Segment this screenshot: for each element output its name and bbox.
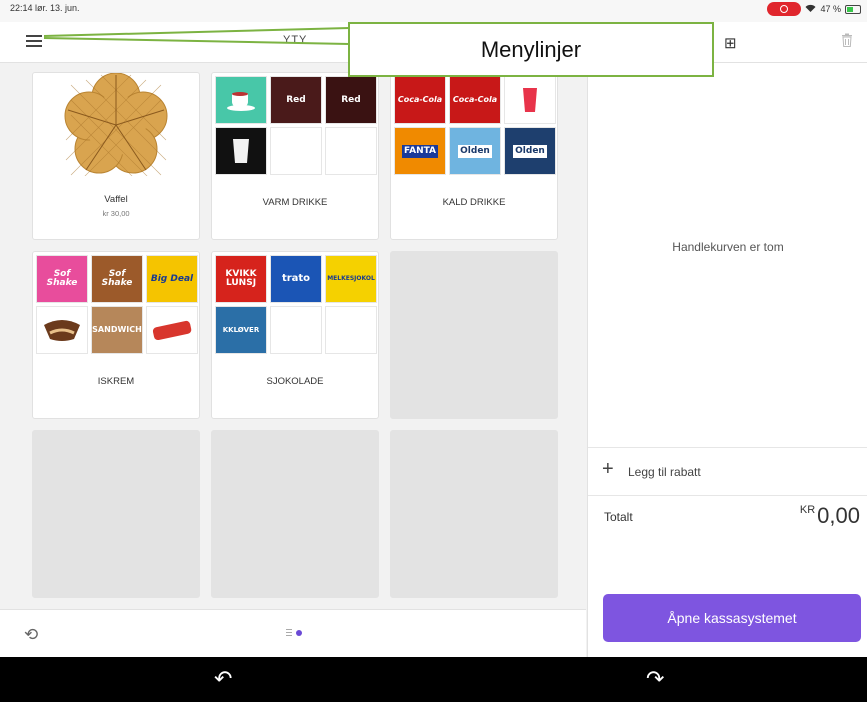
table-grid-icon[interactable]: ⊞ — [724, 34, 737, 52]
melkesjokolade-image: MELKESJOKOL — [325, 255, 377, 303]
trash-icon[interactable] — [841, 33, 853, 47]
thumb-label: trato — [281, 273, 311, 284]
thumb-label: KKLØVER — [222, 325, 260, 334]
olden-image: Olden — [449, 127, 501, 175]
empty-thumb — [325, 306, 377, 354]
active-page-dot[interactable] — [296, 629, 302, 636]
tile-label: Vaffel — [104, 194, 128, 205]
thumbnail-grid: Red Red — [215, 76, 377, 175]
battery-icon — [845, 4, 861, 14]
page-indicator[interactable] — [286, 629, 302, 636]
empty-tile — [390, 251, 558, 419]
fanta-image: FANTA — [394, 127, 446, 175]
cart-pane: ⊞ Handlekurven er tom + Legg til rabatt … — [587, 22, 867, 657]
big-deal-image: Big Deal — [146, 255, 198, 303]
sof-shake-image: Sof Shake — [91, 255, 143, 303]
thumb-label: Red — [286, 94, 306, 105]
sandwich-image: SANDWICH — [91, 306, 143, 354]
waffle-image — [33, 72, 199, 191]
refresh-icon[interactable]: ⟲ — [24, 625, 38, 645]
total-amount: KR0,00 — [800, 503, 860, 529]
thumb-label: FANTA — [401, 144, 439, 158]
empty-tile — [211, 430, 379, 598]
empty-thumb — [270, 127, 322, 175]
tile-label: KALD DRIKKE — [442, 197, 506, 208]
total-label: Totalt — [604, 510, 633, 524]
open-checkout-button[interactable]: Åpne kassasystemet — [603, 594, 861, 642]
tile-vaffel[interactable]: Vaffel kr 30,00 — [32, 72, 200, 240]
thumb-label: Red — [341, 94, 361, 105]
discount-label: Legg til rabatt — [628, 465, 701, 479]
total-value: 0,00 — [817, 503, 860, 528]
annotation-text: Menylinjer — [480, 36, 582, 62]
thumb-label: SANDWICH — [92, 325, 142, 334]
sof-shake-image: Sof Shake — [36, 255, 88, 303]
annotation-callout: Menylinjer — [348, 22, 714, 77]
thumb-label: Big Deal — [150, 273, 194, 284]
thumb-label: Olden — [458, 144, 492, 158]
page-title: YTY — [283, 34, 308, 46]
undo-icon[interactable]: ↶ — [214, 666, 232, 692]
add-discount-button[interactable]: + Legg til rabatt — [588, 447, 867, 496]
product-pane: YTY Vaffel kr 30,00 Red Red VARM DRIKKE … — [0, 22, 586, 658]
juice-glass-image — [504, 76, 556, 124]
thumb-label: Sof Shake — [101, 269, 133, 288]
coca-cola-image: Coca-Cola — [449, 76, 501, 124]
system-nav-bar: ↶ ↷ — [0, 657, 867, 702]
thumb-label: Coca-Cola — [397, 95, 443, 104]
menu-icon[interactable] — [26, 35, 42, 47]
status-indicators: 47 % — [767, 2, 861, 16]
kvikk-klover-image: KKLØVER — [215, 306, 267, 354]
trato-image: trato — [270, 255, 322, 303]
tile-iskrem[interactable]: Sof Shake Sof Shake Big Deal SANDWICH IS… — [32, 251, 200, 419]
bottom-bar: ⟲ — [0, 609, 586, 658]
plus-icon: + — [602, 458, 614, 480]
redo-icon[interactable]: ↷ — [646, 666, 664, 692]
empty-tile — [32, 430, 200, 598]
empty-tile — [390, 430, 558, 598]
empty-thumb — [325, 127, 377, 175]
drink-box-image: Red — [270, 76, 322, 124]
drink-box-image: Red — [325, 76, 377, 124]
thumbnail-grid: KVIKK LUNSJ trato MELKESJOKOL KKLØVER — [215, 255, 377, 354]
empty-thumb — [270, 306, 322, 354]
paper-cup-image — [215, 127, 267, 175]
tea-cup-image — [215, 76, 267, 124]
status-time-date: 22:14 lør. 13. jun. — [10, 3, 80, 13]
tile-label: ISKREM — [97, 376, 135, 387]
cart-empty-message: Handlekurven er tom — [672, 240, 784, 254]
ice-cream-cone-image — [36, 306, 88, 354]
thumb-label: Coca-Cola — [452, 95, 498, 104]
kvikk-lunsj-image: KVIKK LUNSJ — [215, 255, 267, 303]
currency-label: KR — [799, 504, 816, 516]
wifi-icon — [805, 4, 816, 15]
coca-cola-image: Coca-Cola — [394, 76, 446, 124]
tile-price: kr 30,00 — [102, 209, 130, 218]
thumb-label: Olden — [513, 144, 547, 158]
thumb-label: KVIKK LUNSJ — [225, 269, 257, 288]
thumbnail-grid: Sof Shake Sof Shake Big Deal SANDWICH — [36, 255, 198, 354]
screen-record-icon[interactable] — [767, 2, 802, 16]
tile-label: VARM DRIKKE — [262, 197, 328, 208]
tile-label: SJOKOLADE — [266, 376, 324, 387]
olden-image: Olden — [504, 127, 556, 175]
tile-varm-drikke[interactable]: Red Red VARM DRIKKE — [211, 72, 379, 240]
tile-sjokolade[interactable]: KVIKK LUNSJ trato MELKESJOKOL KKLØVER SJ… — [211, 251, 379, 419]
thumb-label: MELKESJOKOL — [327, 275, 375, 282]
list-page-icon[interactable] — [286, 629, 292, 636]
thumb-label: Sof Shake — [46, 269, 78, 288]
ice-bar-image — [146, 306, 198, 354]
status-bar: 22:14 lør. 13. jun. 47 % — [0, 0, 867, 22]
tile-kald-drikke[interactable]: Coca-Cola Coca-Cola FANTA Olden Olden KA… — [390, 72, 558, 240]
thumbnail-grid: Coca-Cola Coca-Cola FANTA Olden Olden — [394, 76, 556, 175]
battery-percent: 47 % — [820, 4, 841, 14]
